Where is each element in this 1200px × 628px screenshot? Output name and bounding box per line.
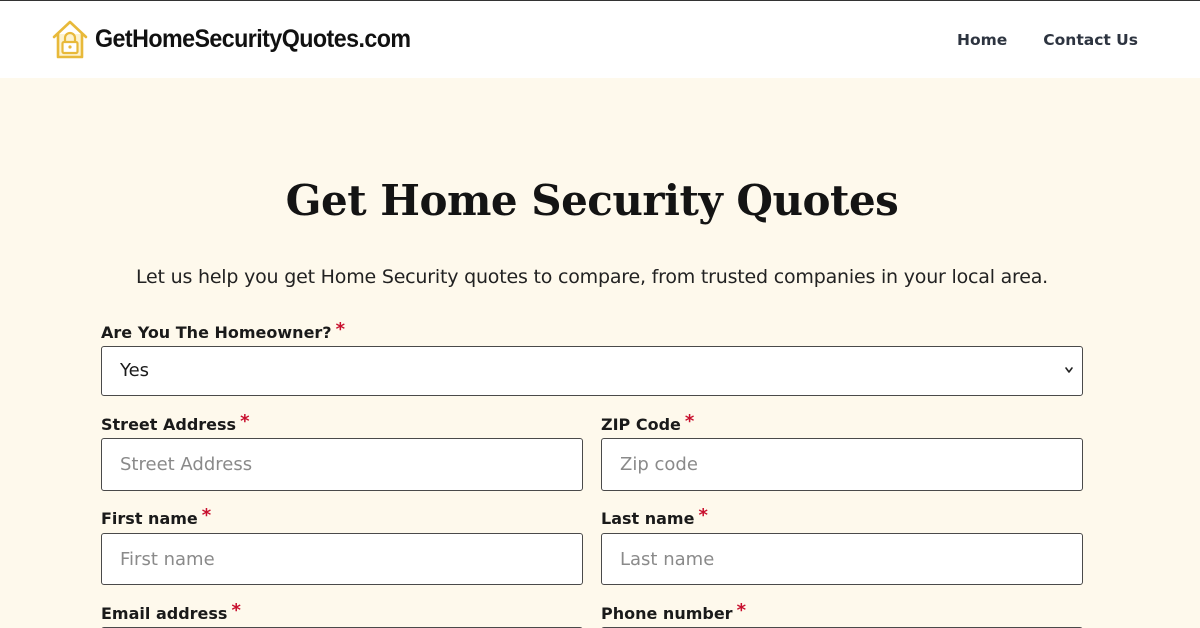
- zip-code-label: ZIP Code *: [601, 411, 695, 435]
- nav-home-link[interactable]: Home: [957, 31, 1007, 49]
- site-logo[interactable]: GetHomeSecurityQuotes.com: [51, 19, 434, 59]
- main-nav: Home Contact Us: [957, 31, 1138, 49]
- first-name-input[interactable]: [101, 533, 583, 585]
- phone-label: Phone number *: [601, 600, 746, 624]
- homeowner-label: Are You The Homeowner? *: [101, 319, 346, 343]
- email-label: Email address *: [101, 600, 241, 624]
- first-name-label: First name *: [101, 505, 212, 529]
- homeowner-select[interactable]: Yes: [101, 346, 1083, 396]
- required-marker: *: [684, 411, 695, 432]
- last-name-input[interactable]: [601, 533, 1083, 585]
- last-name-label: Last name *: [601, 505, 708, 529]
- street-address-input[interactable]: [101, 438, 583, 491]
- site-header: GetHomeSecurityQuotes.com Home Contact U…: [0, 0, 1200, 78]
- homeowner-select-value: Yes: [120, 360, 150, 381]
- logo-text: GetHomeSecurityQuotes.com: [95, 24, 411, 53]
- required-marker: *: [201, 505, 212, 526]
- page-title: Get Home Security Quotes: [285, 176, 899, 225]
- phone-label-text: Phone number: [601, 604, 733, 623]
- zip-code-input[interactable]: [601, 438, 1083, 491]
- nav-contact-link[interactable]: Contact Us: [1043, 31, 1138, 49]
- zip-code-label-text: ZIP Code: [601, 415, 681, 434]
- required-marker: *: [335, 319, 346, 340]
- first-name-label-text: First name: [101, 509, 198, 528]
- last-name-label-text: Last name: [601, 509, 695, 528]
- homeowner-label-text: Are You The Homeowner?: [101, 323, 332, 342]
- required-marker: *: [698, 505, 708, 526]
- email-label-text: Email address: [101, 604, 228, 623]
- house-lock-icon: [52, 20, 88, 59]
- street-address-label: Street Address *: [101, 411, 250, 435]
- required-marker: *: [736, 600, 746, 621]
- page-subtitle: Let us help you get Home Security quotes…: [135, 266, 1049, 288]
- required-marker: *: [240, 411, 250, 432]
- chevron-down-icon: [1065, 367, 1073, 373]
- street-address-label-text: Street Address: [101, 415, 237, 434]
- required-marker: *: [231, 600, 241, 621]
